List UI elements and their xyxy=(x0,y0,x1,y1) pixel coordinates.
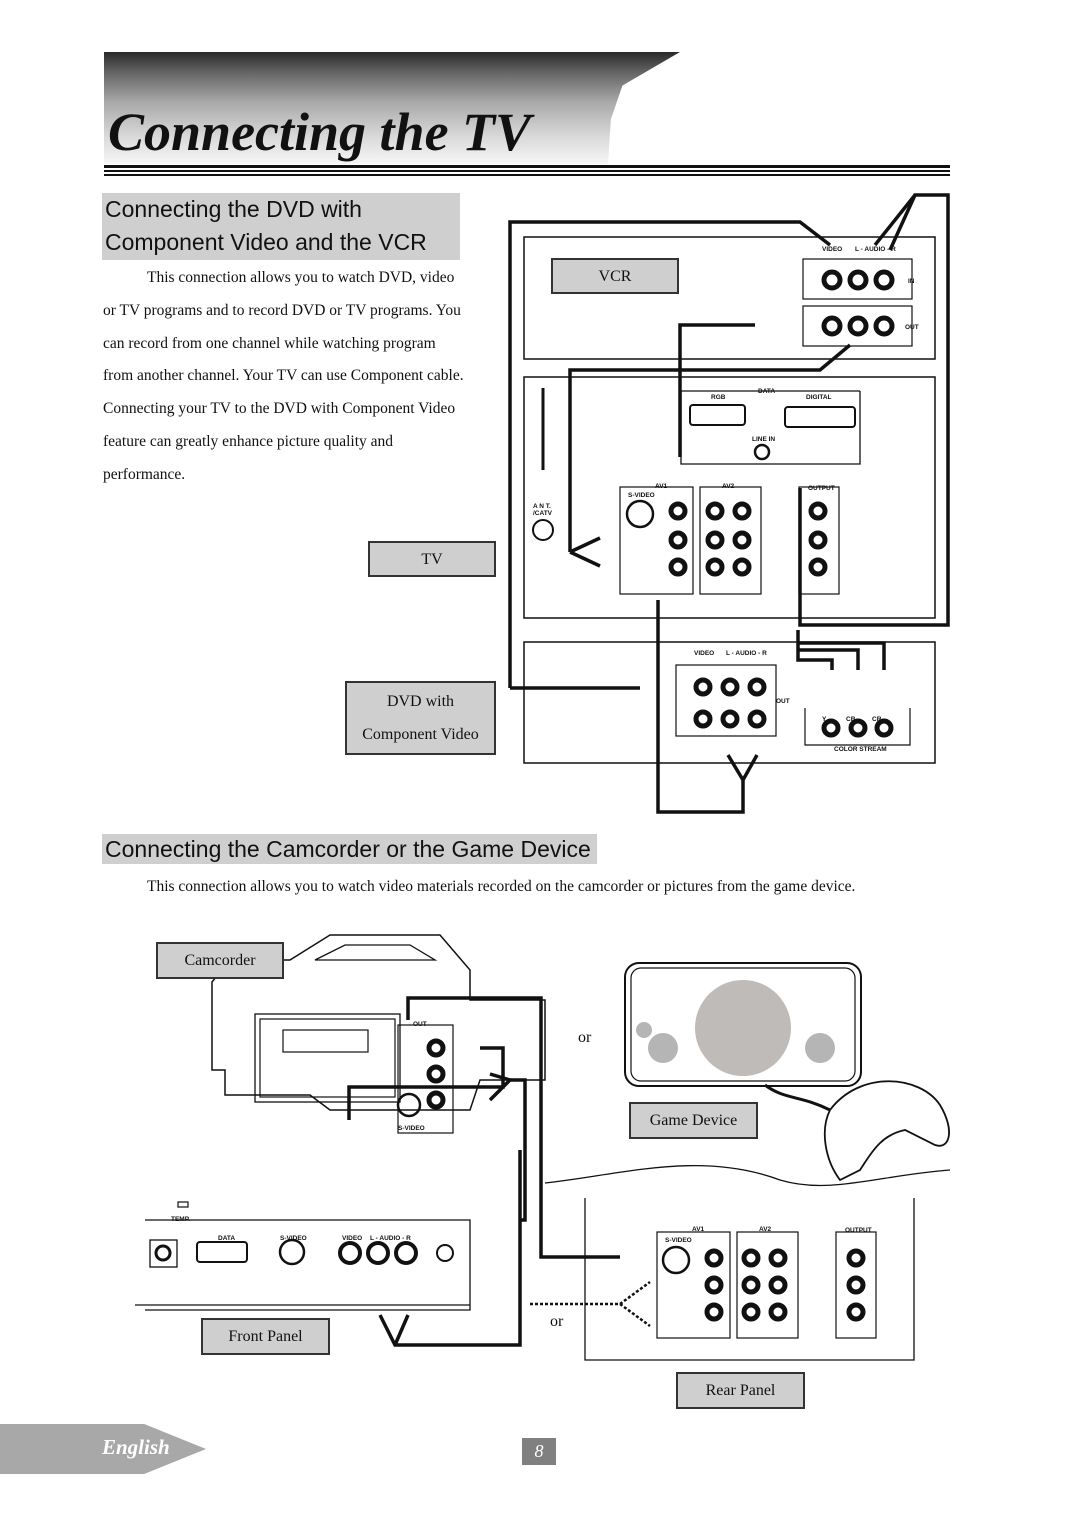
vcr-in-label: IN xyxy=(908,278,915,285)
or-text: or xyxy=(550,1313,564,1330)
vcr-label: VCR xyxy=(551,258,679,294)
tv-av1-label: AV1 xyxy=(655,483,668,490)
front-audio-label: L - AUDIO - R xyxy=(370,1235,411,1242)
tv-line-in-label: LINE IN xyxy=(752,436,775,443)
tv-digital-label: DIGITAL xyxy=(806,394,832,401)
vcr-device xyxy=(523,236,936,360)
camcorder-cables xyxy=(347,996,620,1347)
front-panel-label: Front Panel xyxy=(201,1318,330,1355)
game-device-label: Game Device xyxy=(629,1102,758,1139)
dvd-jacks xyxy=(693,677,894,738)
language-label: English xyxy=(102,1435,170,1459)
dvd-cr-label: CR xyxy=(872,716,882,723)
rear-output-panel xyxy=(835,1231,877,1339)
vcr-audio-label: L - AUDIO - R xyxy=(855,246,896,253)
body-text: This connection allows you to watch vide… xyxy=(147,878,856,895)
front-video-label: VIDEO xyxy=(342,1235,362,1242)
dvd-cb-label: CB xyxy=(846,716,856,723)
dvd-out-label: OUT xyxy=(776,698,790,705)
rear-av1-label: AV1 xyxy=(692,1226,705,1233)
camcorder-out-label: OUT xyxy=(413,1021,427,1028)
dvd-audio-label: L - AUDIO - R xyxy=(726,650,767,657)
vcr-in-panel xyxy=(802,258,913,300)
page-number: 8 xyxy=(522,1438,556,1465)
rear-svideo-port xyxy=(661,1245,691,1275)
tv-ant-label: A N T. xyxy=(533,503,551,510)
tv-data-label: DATA xyxy=(758,388,775,395)
dvd-label-line: DVD with xyxy=(386,693,455,710)
section-heading-camcorder-game: Connecting the Camcorder or the Game Dev… xyxy=(102,834,597,864)
vcr-out-panel xyxy=(802,305,913,347)
tv-av2-label: AV2 xyxy=(722,483,735,490)
front-panel xyxy=(145,1219,471,1311)
dvd-video-label: VIDEO xyxy=(694,650,714,657)
front-temp-label: TEMP. xyxy=(171,1216,190,1223)
camcorder-svideo xyxy=(396,1092,422,1118)
tv-output-label: OUTPUT xyxy=(808,485,835,492)
vcr-out-label: OUT xyxy=(905,324,919,331)
rear-av2-label: AV2 xyxy=(759,1226,772,1233)
front-svideo-label: S-VIDEO xyxy=(280,1235,307,1242)
svideo-port xyxy=(625,499,655,529)
rear-panel-label: Rear Panel xyxy=(676,1372,805,1409)
dvd-label: DVD with Component Video xyxy=(345,681,496,755)
tv-label: TV xyxy=(368,541,496,577)
dvd-color-stream-label: COLOR STREAM xyxy=(834,746,887,753)
diagram-camcorder-game: OUT S-VIDEO TEMP. DATA S-VIDEO VIDEO L -… xyxy=(135,934,951,1361)
rear-output-label: OUTPUT xyxy=(845,1227,872,1234)
rgb-port xyxy=(689,404,746,426)
tv-catv-label: /CATV xyxy=(533,510,553,517)
tv-jacks xyxy=(668,501,828,577)
game-screen-circle xyxy=(695,980,791,1076)
tv-device xyxy=(523,376,936,619)
camcorder-label: Camcorder xyxy=(156,942,284,979)
vcr-jacks xyxy=(821,269,895,337)
dvd-label-line: Component Video xyxy=(362,726,479,743)
camcorder-svideo-label: S-VIDEO xyxy=(398,1125,425,1132)
game-controller xyxy=(823,1080,950,1182)
vcr-video-label: VIDEO xyxy=(822,246,842,253)
tv-svideo-label: S-VIDEO xyxy=(628,492,655,499)
front-svideo-port xyxy=(278,1238,306,1266)
tv-rgb-label: RGB xyxy=(711,394,726,401)
digital-port xyxy=(784,406,856,428)
dvd-y-label: Y xyxy=(822,716,827,723)
or-text: or xyxy=(578,1029,592,1046)
ant-port xyxy=(532,519,554,541)
front-data-port xyxy=(196,1241,248,1263)
line-in-jack xyxy=(753,443,771,461)
section-body-camcorder-game: This connection allows you to watch vide… xyxy=(103,870,933,903)
front-data-label: DATA xyxy=(218,1235,235,1242)
rear-svideo-label: S-VIDEO xyxy=(665,1237,692,1244)
diagram-dvd-vcr-tv: VIDEO L - AUDIO - R IN OUT DATA RGB DIGI… xyxy=(508,193,950,814)
